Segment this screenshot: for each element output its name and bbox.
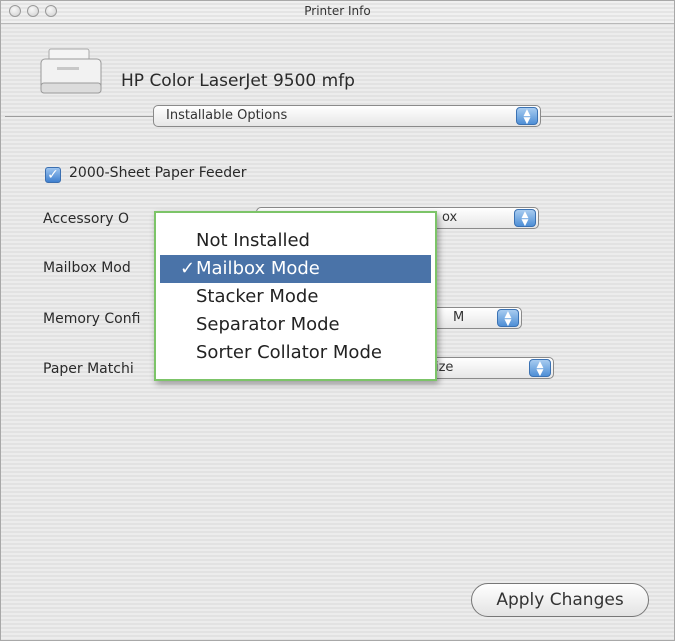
up-down-arrows-icon: ▲ ▼: [516, 107, 538, 126]
installable-options-popup[interactable]: Installable Options ▲ ▼: [153, 105, 541, 127]
menu-item-not-installed[interactable]: Not Installed: [156, 227, 435, 255]
up-down-arrows-icon: ▲ ▼: [514, 209, 536, 228]
up-down-arrows-icon: ▲ ▼: [529, 359, 551, 378]
menu-item-label: Not Installed: [196, 230, 310, 251]
separator-right: [541, 116, 672, 117]
menu-item-label: Mailbox Mode: [196, 258, 320, 279]
checkmark-icon: ✓: [180, 258, 196, 279]
window-title: Printer Info: [304, 4, 371, 18]
menu-item-label: Stacker Mode: [196, 286, 319, 307]
menu-item-stacker-mode[interactable]: Stacker Mode: [156, 283, 435, 311]
checkmark-icon: ✓: [47, 167, 59, 183]
printer-icon: [40, 48, 102, 94]
menu-item-label: Sorter Collator Mode: [196, 342, 382, 363]
accessory-output-bins-label: Accessory O: [43, 211, 130, 227]
mailbox-mode-label: Mailbox Mod: [43, 260, 131, 276]
menu-item-sorter-collator-mode[interactable]: Sorter Collator Mode: [156, 339, 435, 367]
memory-config-label: Memory Confi: [43, 311, 141, 327]
apply-changes-button[interactable]: Apply Changes: [471, 583, 649, 617]
paper-feeder-label: 2000-Sheet Paper Feeder: [69, 165, 247, 181]
paper-matching-label: Paper Matchi: [43, 361, 134, 377]
mailbox-mode-menu[interactable]: Not Installed ✓ Mailbox Mode Stacker Mod…: [154, 211, 437, 381]
printer-info-window: Printer Info HP Color LaserJet 9500 mfp …: [0, 0, 675, 641]
menu-item-label: Separator Mode: [196, 314, 340, 335]
memory-config-value: M: [453, 310, 465, 325]
title-bar[interactable]: Printer Info: [1, 1, 674, 24]
separator-left: [5, 116, 155, 117]
printer-name: HP Color LaserJet 9500 mfp: [121, 71, 355, 91]
installable-options-value: Installable Options: [166, 108, 288, 123]
paper-matching-value: ize: [435, 360, 454, 375]
up-down-arrows-icon: ▲ ▼: [497, 309, 519, 328]
paper-feeder-checkbox[interactable]: ✓: [45, 167, 61, 183]
accessory-output-bins-value: ox: [442, 210, 458, 225]
menu-item-mailbox-mode[interactable]: ✓ Mailbox Mode: [160, 255, 431, 283]
menu-item-separator-mode[interactable]: Separator Mode: [156, 311, 435, 339]
